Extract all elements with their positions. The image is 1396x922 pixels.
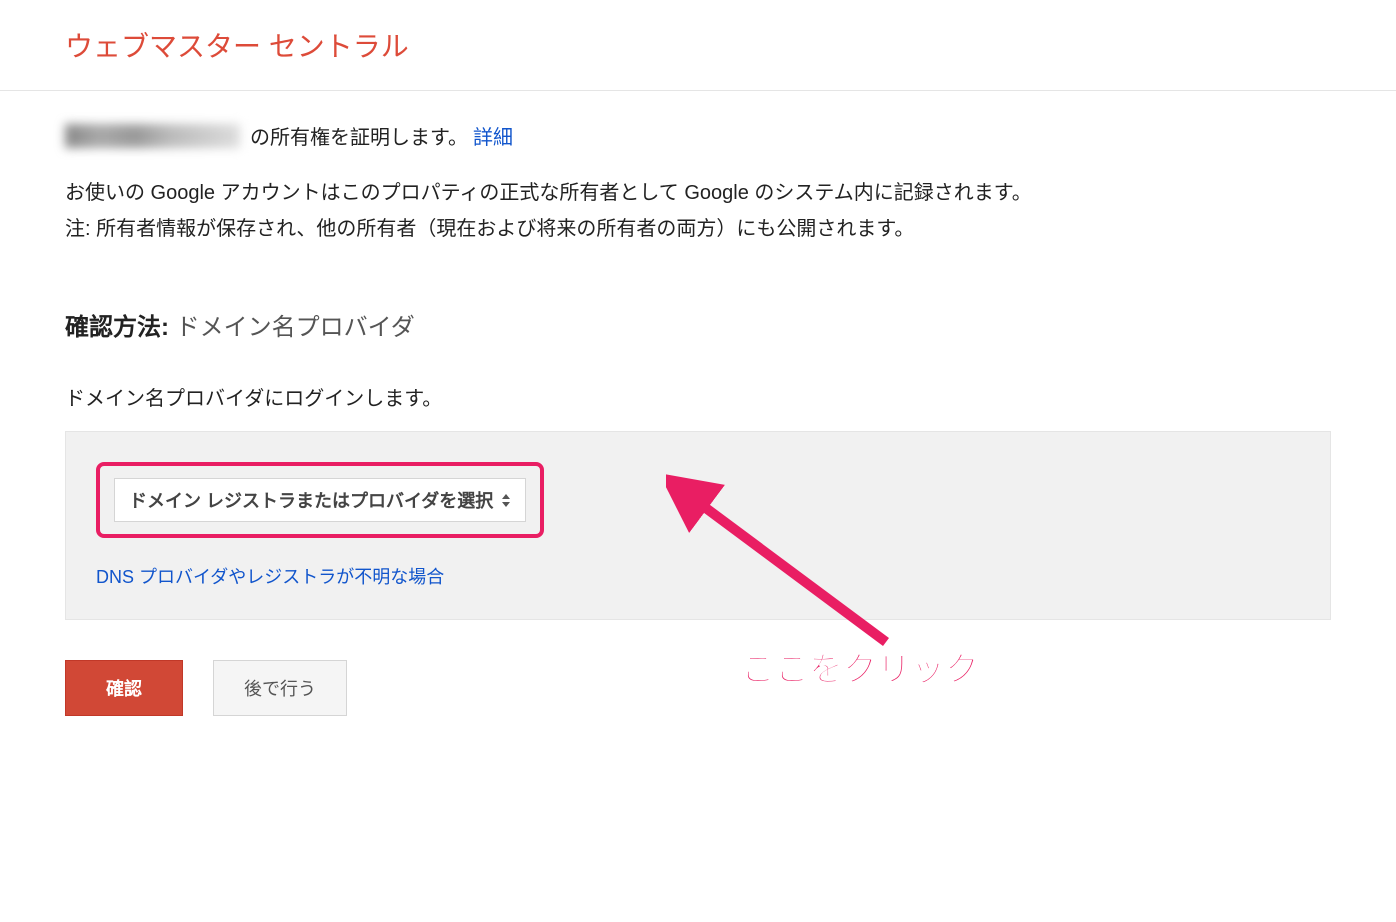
unknown-provider-link[interactable]: DNS プロバイダやレジストラが不明な場合: [96, 563, 1300, 589]
highlight-box: ドメイン レジストラまたはプロバイダを選択: [96, 462, 544, 538]
confirm-button[interactable]: 確認: [65, 660, 183, 716]
header: ウェブマスター セントラル: [0, 0, 1396, 91]
main-content: の所有権を証明します。 詳細 お使いの Google アカウントはこのプロパティ…: [0, 91, 1396, 746]
domain-name-blurred: [65, 124, 240, 148]
provider-select-label: ドメイン レジストラまたはプロバイダを選択: [129, 487, 493, 513]
detail-link[interactable]: 詳細: [473, 121, 513, 150]
verification-method-label: 確認方法:: [65, 314, 169, 341]
provider-select[interactable]: ドメイン レジストラまたはプロバイダを選択: [114, 478, 526, 522]
ownership-line: の所有権を証明します。 詳細: [65, 121, 1331, 150]
info-line-2: 注: 所有者情報が保存され、他の所有者（現在および将来の所有者の両方）にも公開さ…: [65, 211, 1331, 247]
page-title: ウェブマスター セントラル: [65, 25, 1331, 65]
login-instruction: ドメイン名プロバイダにログインします。: [65, 382, 1331, 411]
button-row: 確認 後で行う: [65, 660, 1331, 716]
provider-box: ドメイン レジストラまたはプロバイダを選択 DNS プロバイダやレジストラが不明…: [65, 431, 1331, 620]
verification-method-value: ドメイン名プロバイダ: [176, 314, 415, 341]
ownership-text: の所有権を証明します。: [250, 121, 468, 150]
verification-method: 確認方法: ドメイン名プロバイダ: [65, 307, 1331, 342]
info-text: お使いの Google アカウントはこのプロパティの正式な所有者として Goog…: [65, 175, 1331, 247]
select-updown-icon: [501, 494, 511, 507]
info-line-1: お使いの Google アカウントはこのプロパティの正式な所有者として Goog…: [65, 175, 1331, 211]
later-button[interactable]: 後で行う: [213, 660, 347, 716]
